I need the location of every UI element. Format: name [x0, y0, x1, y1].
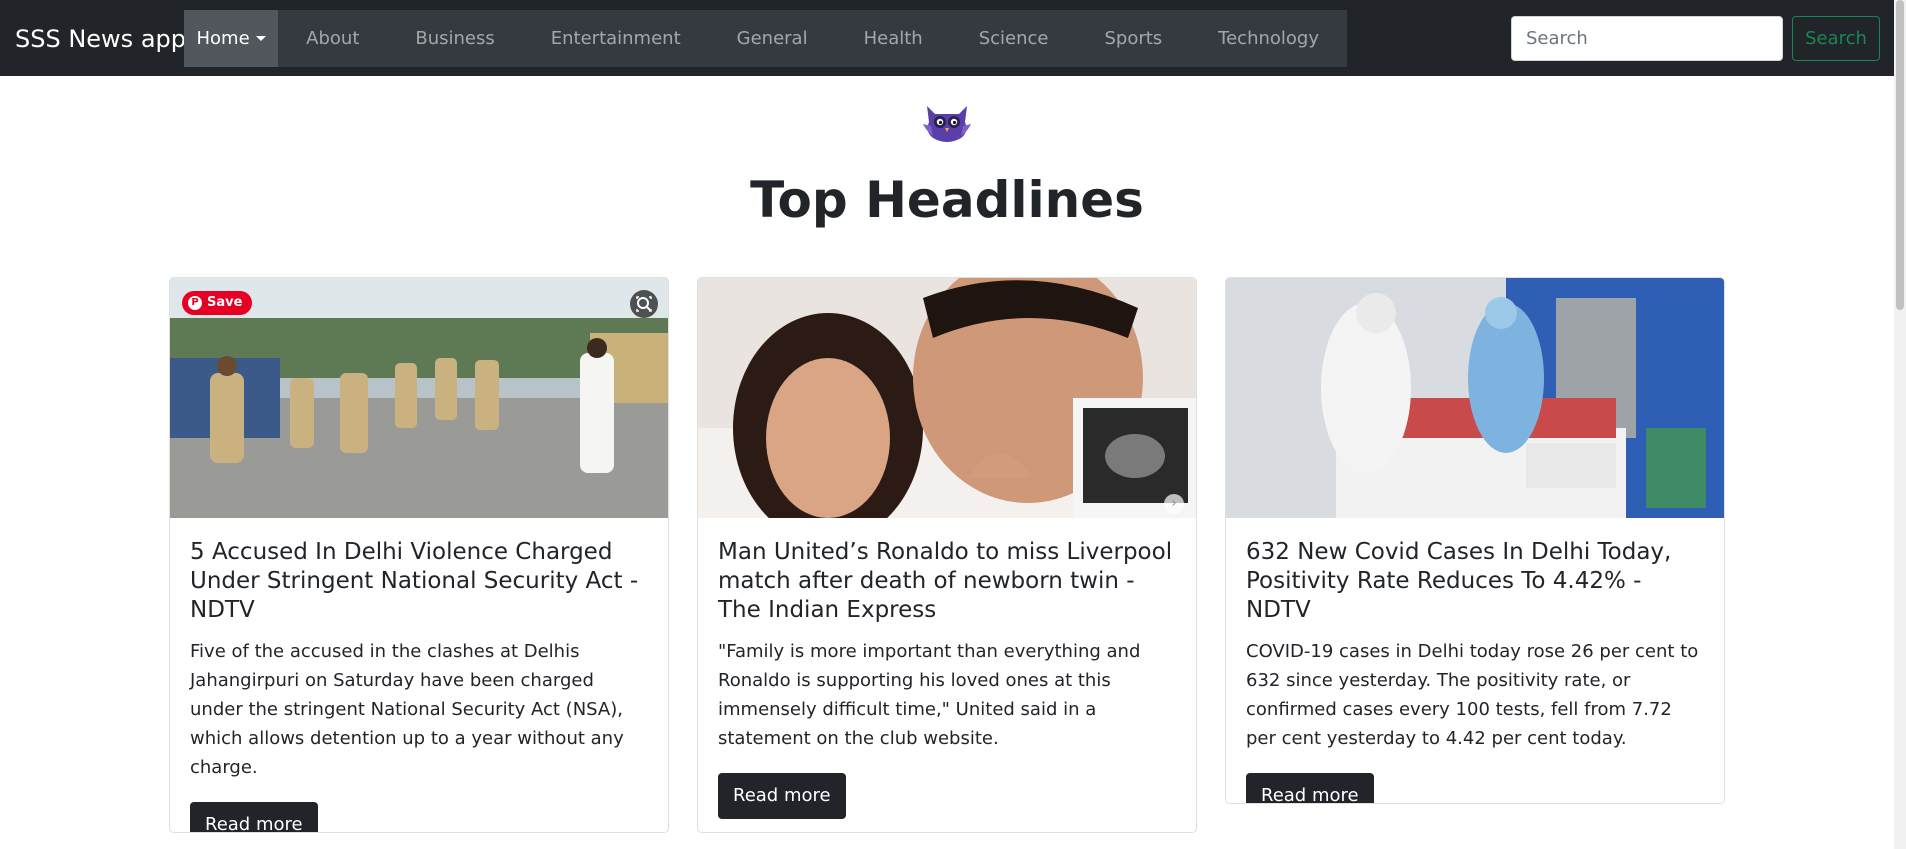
nav-item-label: Science	[978, 28, 1049, 49]
navbar: SSS News app Home About Business Enterta…	[0, 0, 1894, 76]
visual-search-icon[interactable]	[630, 290, 658, 318]
read-more-button[interactable]: Read more	[718, 773, 846, 819]
nav-item-label: Health	[863, 28, 923, 49]
chevron-right-icon[interactable]: ›	[1164, 494, 1184, 514]
nav-item-general[interactable]: General	[709, 10, 836, 67]
page-title: Top Headlines	[750, 171, 1144, 229]
scrollbar-thumb[interactable]	[1896, 0, 1904, 310]
news-card: P Save 5 Accused In Delhi Violence Charg…	[169, 277, 669, 833]
nav-item-business[interactable]: Business	[387, 10, 522, 67]
nav-item-health[interactable]: Health	[836, 10, 951, 67]
news-image: P Save	[170, 278, 668, 518]
nav-item-label: General	[736, 28, 808, 49]
page-scrollbar[interactable]	[1894, 0, 1906, 849]
nav-item-label: Technology	[1218, 28, 1319, 49]
card-body: 5 Accused In Delhi Violence Charged Unde…	[170, 518, 668, 832]
brand-link[interactable]: SSS News app	[15, 24, 186, 54]
nav-item-label: Entertainment	[550, 28, 681, 49]
read-more-button[interactable]: Read more	[1246, 773, 1374, 803]
news-description: "Family is more important than everythin…	[718, 641, 1141, 749]
nav-item-label: Business	[415, 28, 495, 49]
card-body: Man United’s Ronaldo to miss Liverpool m…	[698, 518, 1196, 819]
nav-item-label: Sports	[1104, 28, 1163, 49]
owl-logo-icon	[923, 106, 971, 142]
nav-item-label: Home	[196, 28, 250, 49]
news-description: Five of the accused in the clashes at De…	[190, 641, 624, 778]
pin-save-label: Save	[207, 295, 243, 310]
caret-down-icon	[255, 36, 266, 41]
nav-item-about[interactable]: About	[278, 10, 387, 67]
search-button[interactable]: Search	[1792, 16, 1880, 61]
news-title: 5 Accused In Delhi Violence Charged Unde…	[190, 539, 639, 623]
news-image: ›	[698, 278, 1196, 518]
nav-menu: Home About Business Entertainment Genera…	[184, 10, 1347, 67]
search-input[interactable]	[1511, 16, 1783, 61]
news-image	[1226, 278, 1724, 518]
card-body: 632 New Covid Cases In Delhi Today, Posi…	[1226, 518, 1724, 803]
news-card: 632 New Covid Cases In Delhi Today, Posi…	[1225, 277, 1725, 804]
read-more-button[interactable]: Read more	[190, 802, 318, 832]
news-description: COVID-19 cases in Delhi today rose 26 pe…	[1246, 641, 1699, 749]
pinterest-icon: P	[188, 296, 202, 310]
nav-item-home[interactable]: Home	[184, 10, 279, 67]
news-card: › Man United’s Ronaldo to miss Liverpool…	[697, 277, 1197, 833]
news-title: 632 New Covid Cases In Delhi Today, Posi…	[1246, 539, 1672, 623]
nav-item-technology[interactable]: Technology	[1190, 10, 1347, 67]
nav-item-entertainment[interactable]: Entertainment	[523, 10, 709, 67]
nav-item-sports[interactable]: Sports	[1076, 10, 1190, 67]
nav-item-science[interactable]: Science	[951, 10, 1077, 67]
nav-item-label: About	[306, 28, 360, 49]
pinterest-save-button[interactable]: P Save	[182, 291, 253, 315]
news-title: Man United’s Ronaldo to miss Liverpool m…	[718, 539, 1173, 623]
